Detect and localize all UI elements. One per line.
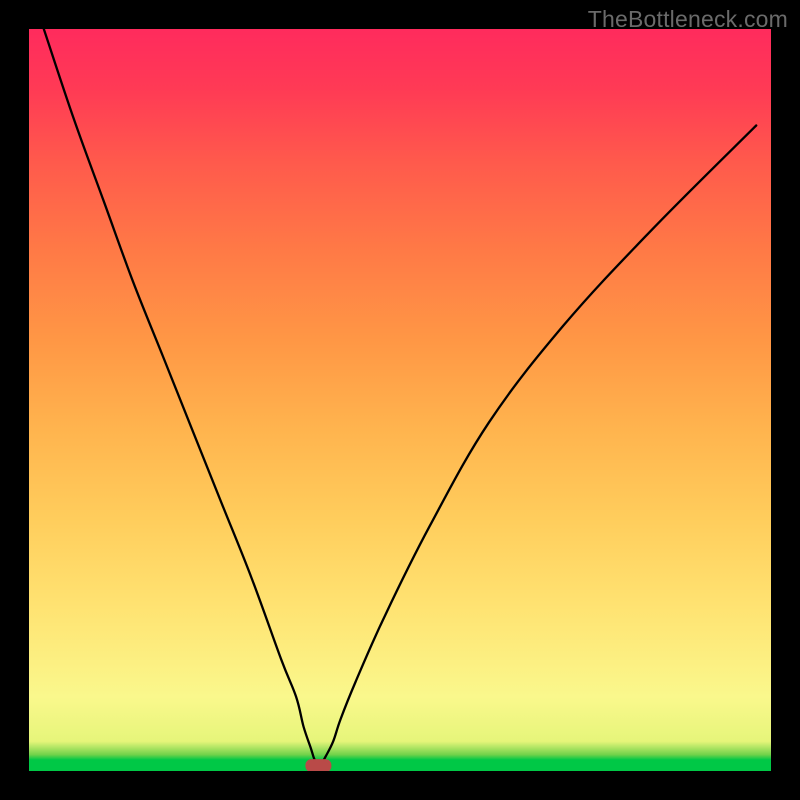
chart-frame: TheBottleneck.com [0,0,800,800]
optimal-point-marker [305,759,331,771]
chart-svg [29,29,771,771]
bottleneck-curve [44,29,756,764]
watermark-text: TheBottleneck.com [588,6,788,33]
